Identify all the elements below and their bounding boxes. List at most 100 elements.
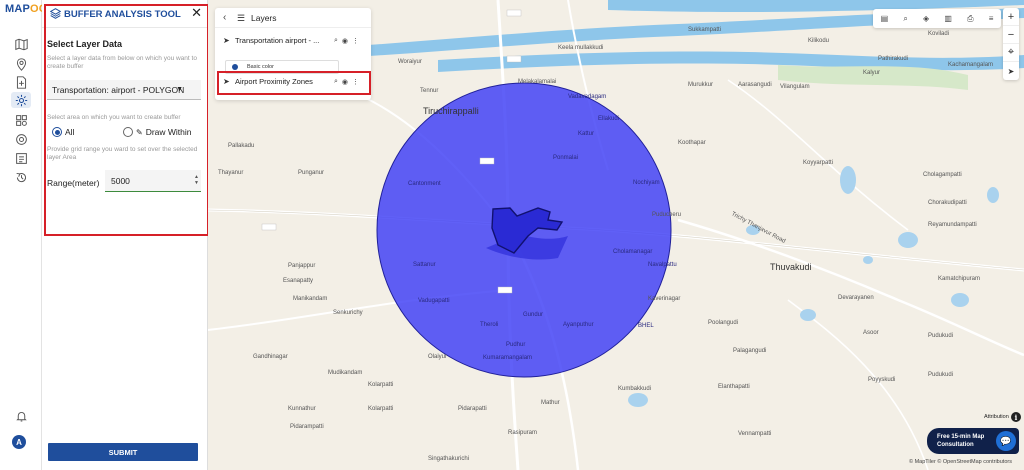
place-label: Poyyskudi	[868, 377, 896, 383]
info-icon[interactable]: i	[1011, 412, 1021, 422]
layer-select-value: Transportation: airport - POLYGON	[52, 85, 185, 95]
place-label: Kolarpatti	[368, 406, 394, 412]
buffer-analysis-panel: BUFFER ANALYSIS TOOL ✕ Select Layer Data…	[42, 0, 208, 470]
radio-draw-within[interactable]: ✎ Draw Within	[123, 127, 192, 137]
location-pin-icon[interactable]: ◈	[923, 14, 929, 23]
compass-icon[interactable]: ⌖	[1003, 44, 1019, 62]
place-label: Kolarpatti	[368, 382, 394, 388]
place-label: Vadugapatti	[418, 298, 450, 304]
icon-rail: MAPOG A	[0, 0, 47, 470]
search-icon[interactable]: ⌕	[903, 14, 907, 24]
chevron-left-icon[interactable]: ‹	[223, 12, 226, 23]
layers-header: ‹ ☰ Layers	[215, 8, 371, 28]
print-icon[interactable]: ⎙	[967, 14, 973, 24]
place-label: Vilangulam	[780, 84, 810, 90]
place-label: Woraiyur	[398, 59, 422, 65]
place-label: Devarayanen	[838, 295, 874, 301]
place-label: Chorakudipatti	[928, 200, 967, 206]
place-label: Panjappur	[288, 263, 316, 269]
place-label: Pudhur	[506, 342, 526, 348]
history-icon[interactable]	[11, 169, 31, 185]
zoom-out-button[interactable]: −	[1003, 26, 1019, 44]
eye-icon[interactable]: ◉	[342, 37, 348, 45]
target-icon[interactable]	[11, 131, 31, 147]
radio-all-control[interactable]	[52, 127, 62, 137]
marker-icon[interactable]	[11, 56, 31, 72]
zoom-in-button[interactable]: +	[1003, 8, 1019, 26]
place-label: Gandhinagar	[253, 354, 288, 360]
place-label: Punganur	[298, 170, 325, 176]
radio-draw-control[interactable]	[123, 127, 133, 137]
layer-name-airport-proximity[interactable]: Airport Proximity Zones	[235, 77, 313, 86]
layer-tools: ⌕ ◉ ⋮	[334, 37, 359, 45]
place-label: Rasipuram	[508, 430, 538, 436]
layer-legend: Basic color	[225, 60, 339, 74]
notification-bell-icon[interactable]	[11, 408, 31, 424]
map-toolbar: ▤ ⌕ ◈ ▥ ⎙ ≡	[873, 9, 1001, 28]
place-label: Kilikodu	[808, 38, 830, 44]
place-label: Tiruchirappalli	[423, 106, 479, 116]
place-label: Reyamundampatti	[928, 222, 977, 228]
place-label: Sukkampatti	[688, 27, 722, 33]
more-vertical-icon[interactable]: ⋮	[352, 78, 359, 86]
place-label: Vennampatti	[738, 431, 772, 437]
more-vertical-icon[interactable]: ⋮	[352, 37, 359, 45]
stepper-icon[interactable]: ▲ ▼	[194, 174, 199, 186]
place-label: Senkurichy	[333, 310, 363, 316]
report-icon[interactable]	[11, 150, 31, 166]
layers-analysis-icon[interactable]	[11, 112, 31, 128]
place-label: Navalpattu	[648, 262, 677, 268]
place-label: Keela mullakkudi	[558, 45, 604, 51]
chat-icon[interactable]: 💬	[996, 431, 1016, 451]
place-label: Esanapatty	[283, 278, 314, 284]
locate-icon[interactable]: ➤	[1003, 62, 1019, 80]
legend-label: Basic color	[247, 64, 274, 70]
panel-header: BUFFER ANALYSIS TOOL ✕	[42, 0, 208, 28]
menu-icon[interactable]: ≡	[989, 14, 994, 23]
submit-button[interactable]: SUBMIT	[48, 443, 198, 461]
place-label: Koviladi	[928, 31, 950, 37]
range-label: Range(meter)	[47, 178, 100, 188]
zoom-to-layer-icon[interactable]: ⌕	[334, 78, 338, 86]
attribution-label[interactable]: Attribution	[984, 414, 1009, 420]
place-label: Cholagampatti	[923, 172, 962, 178]
layers-title: Layers	[251, 13, 277, 23]
place-label: Pudukudi	[928, 333, 954, 339]
cursor-pointer-icon: ➤	[223, 36, 230, 45]
place-label: Murukkur	[688, 82, 714, 88]
close-icon[interactable]: ✕	[191, 6, 202, 19]
place-label: Cholamanagar	[613, 249, 653, 255]
zoom-controls: + − ⌖ ➤	[1003, 8, 1019, 80]
place-label: Koothapar	[678, 140, 706, 146]
place-label: Vadavadagam	[568, 94, 607, 100]
place-label: Sattanur	[413, 262, 436, 268]
place-label: Aarasangudi	[738, 82, 772, 88]
place-label: BHEL	[638, 323, 654, 329]
place-label: Mudikandam	[328, 370, 363, 376]
radio-all[interactable]: All	[52, 127, 74, 137]
range-input[interactable]: 5000 ▲ ▼	[105, 170, 201, 192]
settings-gear-icon[interactable]	[11, 92, 31, 108]
layer-select[interactable]: Transportation: airport - POLYGON ▼	[47, 80, 201, 100]
cursor-pointer-icon: ➤	[223, 77, 230, 86]
place-label: Kachamangalam	[948, 62, 994, 68]
panel-title: BUFFER ANALYSIS TOOL	[64, 9, 181, 20]
layers-panel: ‹ ☰ Layers ➤ Transportation airport - ..…	[215, 8, 371, 100]
layer-tools: ⌕ ◉ ⋮	[334, 78, 359, 86]
layer-hint: Select a layer data from below on which …	[47, 55, 197, 70]
consultation-button[interactable]: Free 15-min Map Consultation 💬	[927, 428, 1019, 454]
add-file-icon[interactable]	[11, 74, 31, 90]
building-icon[interactable]: ▥	[944, 14, 952, 23]
pencil-icon: ✎	[136, 127, 143, 137]
place-label: Pidarampatti	[290, 424, 324, 430]
place-label: Kalyur	[863, 70, 881, 76]
zoom-to-layer-icon[interactable]: ⌕	[334, 37, 338, 45]
place-label: Tennur	[420, 88, 439, 94]
place-label: Ellakudi	[598, 116, 620, 122]
map-view-icon[interactable]: ▤	[881, 14, 889, 23]
eye-icon[interactable]: ◉	[342, 78, 348, 86]
user-avatar[interactable]: A	[12, 435, 26, 449]
layer-name-transportation[interactable]: Transportation airport - ...	[235, 36, 319, 45]
map-credits: © MapTiler © OpenStreetMap contributors	[909, 459, 1012, 465]
map-icon[interactable]	[11, 36, 31, 52]
